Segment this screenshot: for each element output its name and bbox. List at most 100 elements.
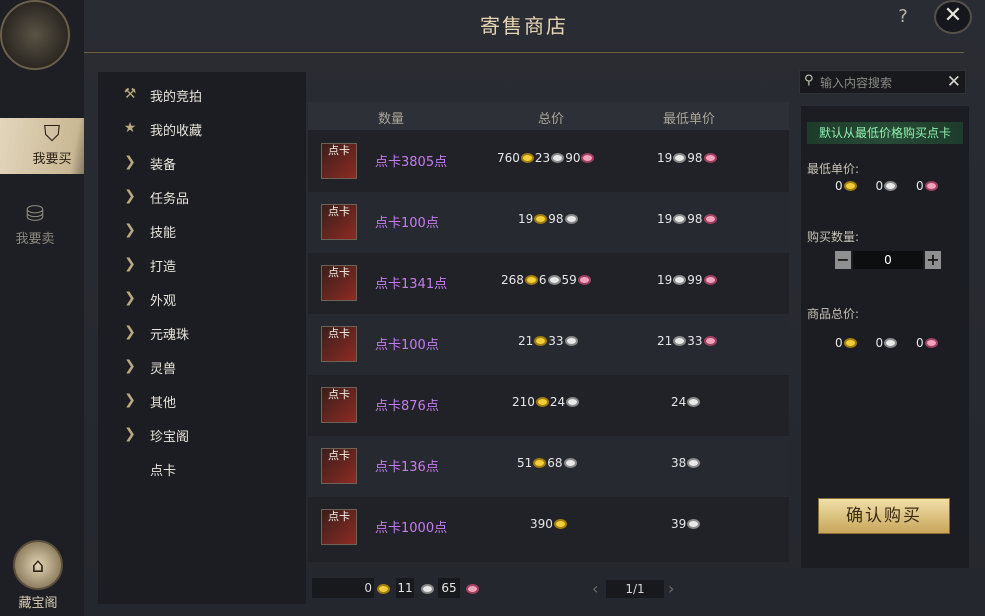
category-label: 点卡 [150,464,177,479]
increase-button[interactable]: + [925,251,941,269]
gold-coin-icon [520,153,534,163]
prev-page-button[interactable]: ‹ [592,578,598,600]
side-rail: ⛉ 我要买 ⛁ 我要卖 ⌂ 藏宝阁 [0,0,104,616]
table-row[interactable]: 点卡 点卡3805点 760 23 90 19 98 [308,131,789,192]
silver-coin-icon [673,214,687,224]
silver-coin-icon [421,584,434,594]
quantity-input[interactable]: 0 [853,251,923,269]
category-skills[interactable]: ❯ 技能 [98,216,306,246]
pavilion-icon: ⌂ [13,540,63,590]
table-row[interactable]: 点卡 点卡136点 51 68 38 [308,436,789,497]
copper-coin-icon [581,153,595,163]
silver-amount: 24 [671,395,687,409]
silver-coin-icon [564,336,578,346]
close-button[interactable]: ✕ [934,0,972,34]
category-label: 珍宝阁 [150,430,190,445]
item-name: 点卡3805点 [375,155,448,170]
gold-coin-icon [377,584,390,594]
star-icon: ★ [123,120,137,136]
listing-table: 数量 总价 最低单价 点卡 点卡3805点 760 23 90 19 98 点卡 点卡… [308,102,789,562]
treasure-pavilion-button[interactable]: ⌂ 藏宝阁 [8,540,68,612]
table-row[interactable]: 点卡 点卡876点 210 24 24 [308,375,789,436]
silver-coin-icon [673,336,687,346]
category-label: 任务品 [150,192,190,207]
gold-coin-icon [533,458,547,468]
silver-coin-icon [566,397,580,407]
total-price-values: 0 0 0 [835,336,939,350]
silver-amount: 38 [671,456,687,470]
copper-coin-icon [924,181,938,191]
gold-balance: 0 [312,578,374,598]
category-my-auctions[interactable]: ⚒ 我的竞拍 [98,80,306,110]
min-unit-values: 0 0 0 [835,179,939,193]
silver-amount: 19 [657,212,673,226]
copper-coin-icon [577,275,591,285]
purchase-panel: 默认从最低价格购买点卡 最低单价: 0 0 0 购买数量: − 0 + 商品总价… [801,106,969,568]
clear-search-icon[interactable]: ✕ [947,71,961,93]
quantity-label: 购买数量: [807,230,860,244]
silver-balance-value: 11 [397,581,413,595]
table-row[interactable]: 点卡 点卡100点 19 98 19 98 [308,192,789,253]
total-price: 760 23 90 [497,151,595,165]
category-my-favorites[interactable]: ★ 我的收藏 [98,114,306,144]
chevron-right-icon: ❯ [124,358,136,374]
silver-coin-icon [547,275,561,285]
table-row[interactable]: 点卡 点卡1341点 268 6 59 19 99 [308,253,789,314]
decrease-button[interactable]: − [835,251,851,269]
category-equipment[interactable]: ❯ 装备 [98,148,306,178]
category-label: 打造 [150,260,177,275]
category-other[interactable]: ❯ 其他 [98,386,306,416]
help-icon[interactable]: ? [893,6,913,28]
category-quest-items[interactable]: ❯ 任务品 [98,182,306,212]
silver-amount: 6 [538,273,547,287]
category-appearance[interactable]: ❯ 外观 [98,284,306,314]
category-point-cards[interactable]: 点卡 [98,454,306,484]
confirm-purchase-button[interactable]: 确认购买 [818,498,950,534]
copper-amount: 0 [915,336,924,350]
shop-emblem-icon [0,0,70,70]
pagination: ‹ 1/1 › [592,578,692,600]
silver-coin-icon [551,153,565,163]
item-name: 点卡100点 [375,338,439,353]
silver-balance: 11 [396,578,414,598]
total-price: 51 68 [517,456,578,470]
category-soul-orbs[interactable]: ❯ 元魂珠 [98,318,306,348]
treasure-label: 藏宝阁 [18,596,58,611]
min-unit-price: 38 [671,456,701,470]
chevron-right-icon: ❯ [124,188,136,204]
silver-amount: 98 [548,212,564,226]
chevron-right-icon: ❯ [124,324,136,340]
silver-amount: 23 [534,151,551,165]
gold-amount: 0 [835,336,843,350]
tab-sell-label: 我要卖 [15,232,55,247]
copper-coin-icon [924,338,938,348]
copper-amount: 90 [565,151,581,165]
tab-sell[interactable]: ⛁ 我要卖 [0,198,70,254]
window-title: 寄售商店 [480,14,568,38]
category-treasure[interactable]: ❯ 珍宝阁 [98,420,306,450]
category-label: 装备 [150,158,177,173]
chevron-right-icon: ❯ [124,290,136,306]
copper-balance: 65 [438,578,460,598]
point-card-icon: 点卡 [321,509,357,545]
next-page-button[interactable]: › [668,578,674,600]
total-price: 21 33 [518,334,579,348]
category-spirit-beasts[interactable]: ❯ 灵兽 [98,352,306,382]
copper-amount: 59 [561,273,577,287]
category-crafting[interactable]: ❯ 打造 [98,250,306,280]
copper-amount: 98 [687,212,703,226]
quantity-stepper: − 0 + [835,251,941,269]
min-unit-price: 19 99 [657,273,718,287]
gold-amount: 51 [517,456,533,470]
point-card-icon: 点卡 [321,387,357,423]
table-row[interactable]: 点卡 点卡100点 21 33 21 33 [308,314,789,375]
silver-amount: 0 [875,336,884,350]
silver-amount: 39 [671,517,687,531]
search-input[interactable] [818,73,942,93]
item-name: 点卡876点 [375,399,439,414]
item-name: 点卡1000点 [375,521,448,536]
silver-coin-icon [563,458,577,468]
silver-coin-icon [673,153,687,163]
gold-coin-icon [534,214,548,224]
table-row[interactable]: 点卡 点卡1000点 390 39 [308,497,789,558]
